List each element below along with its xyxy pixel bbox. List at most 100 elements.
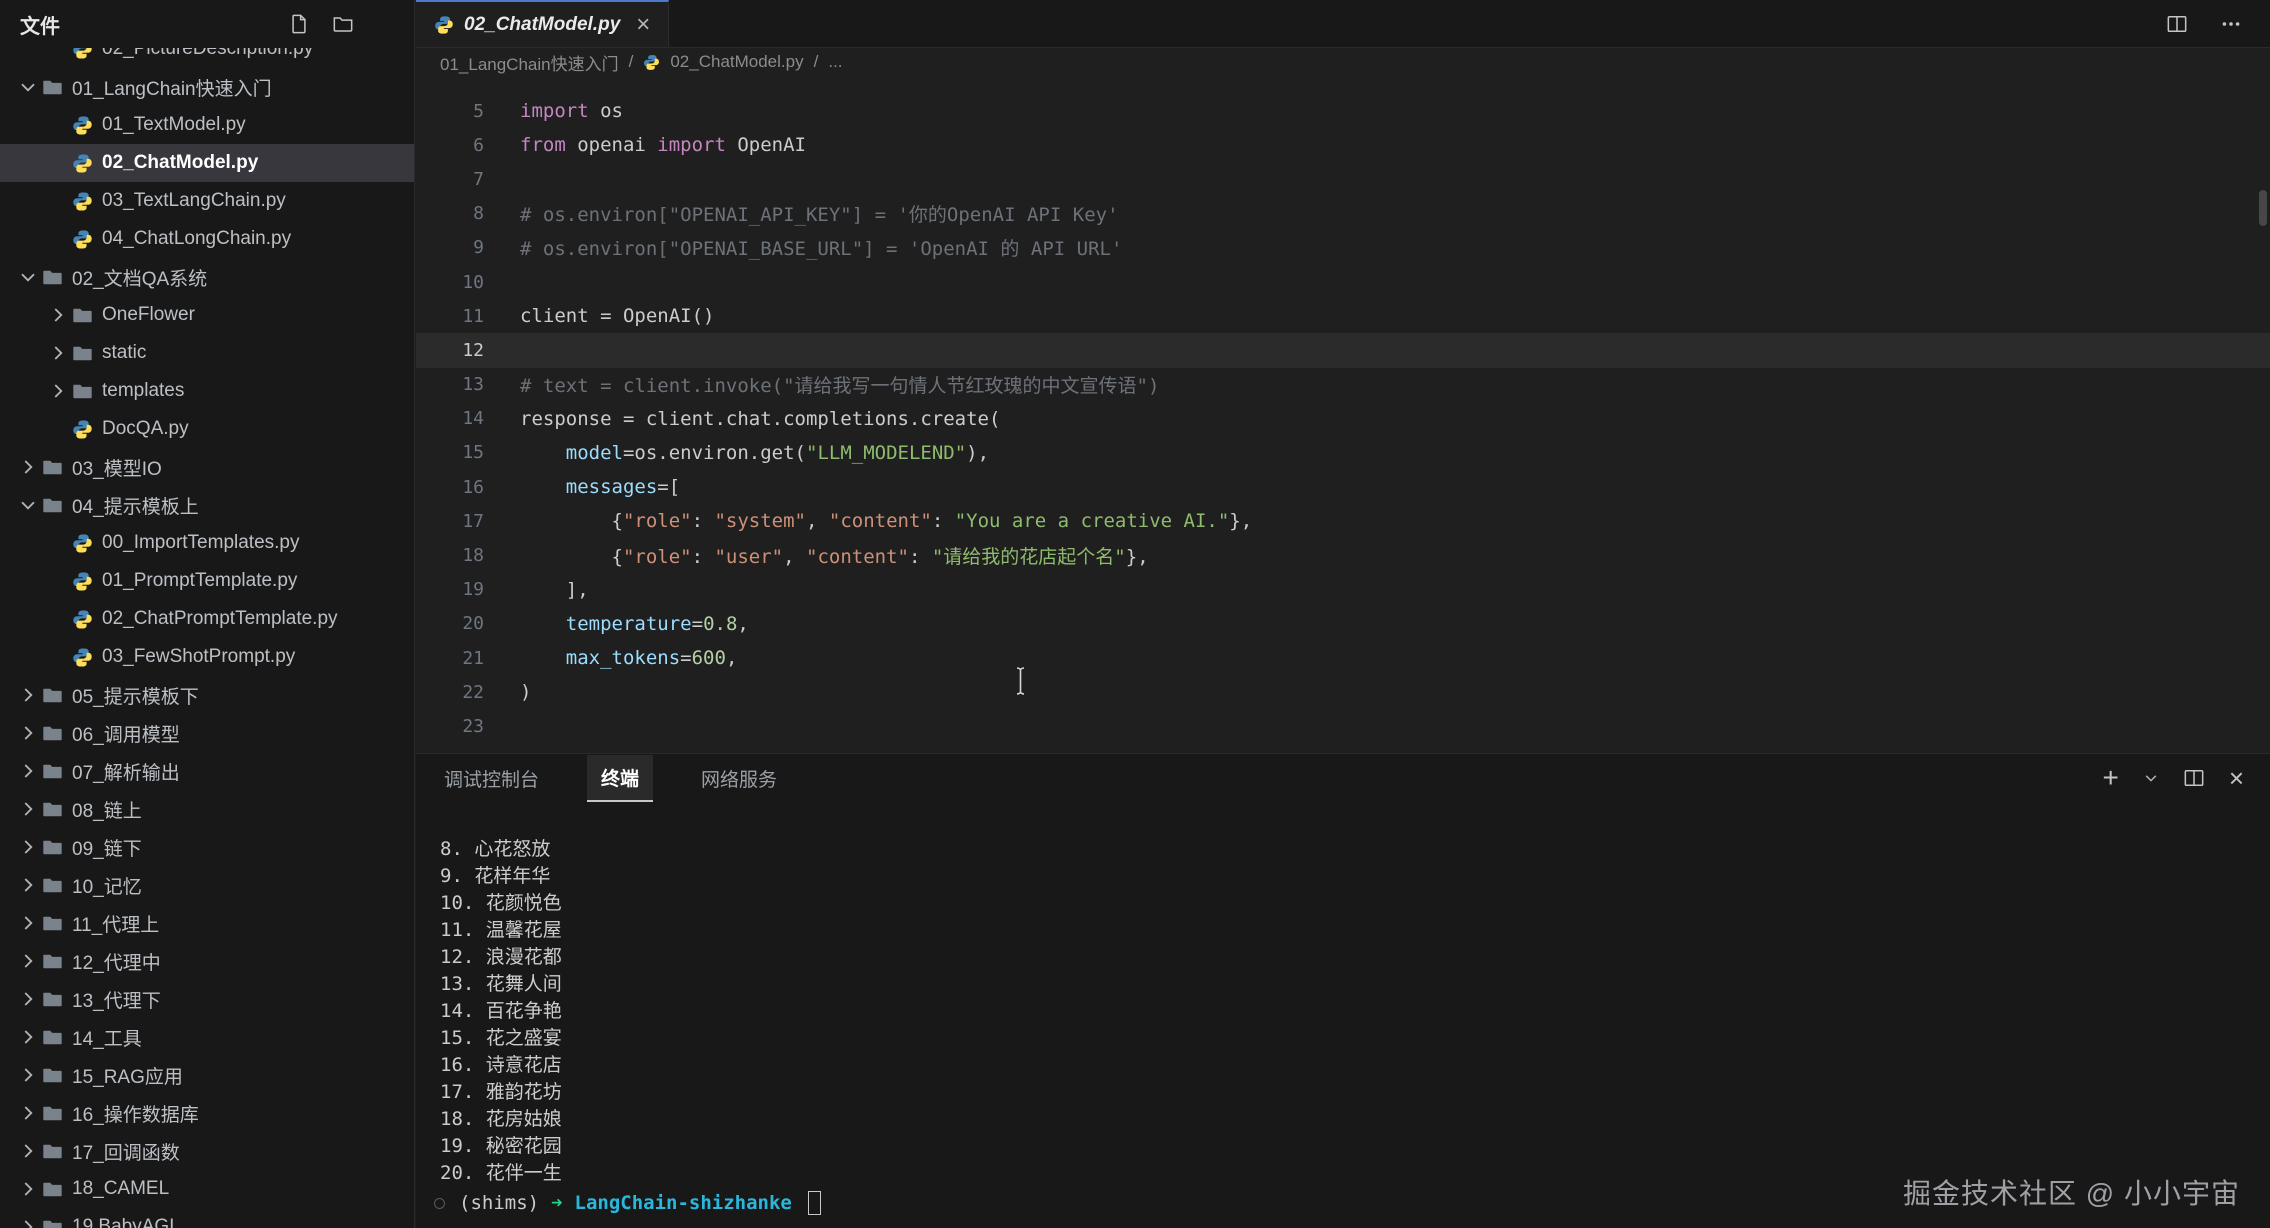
breadcrumb-file[interactable]: 02_ChatModel.py xyxy=(670,52,803,72)
code-line: 5import os xyxy=(416,94,2270,128)
new-terminal-icon[interactable]: + xyxy=(2102,764,2118,792)
code-text: max_tokens=600, xyxy=(520,647,737,669)
chevron-right-icon[interactable] xyxy=(16,1101,40,1125)
tree-item[interactable]: 12_代理中 xyxy=(0,942,414,980)
breadcrumb-separator: / xyxy=(814,52,819,72)
tree-item[interactable]: 02_PictureDescription.py xyxy=(0,48,414,68)
chevron-down-icon[interactable] xyxy=(16,265,40,289)
terminal[interactable]: 8. 心花怒放9. 花样年华10. 花颜悦色11. 温馨花屋12. 浪漫花都13… xyxy=(416,802,2270,1228)
tree-item[interactable]: static xyxy=(0,334,414,372)
more-actions-icon[interactable] xyxy=(2218,11,2244,37)
tree-item[interactable]: 04_提示模板上 xyxy=(0,486,414,524)
folder-icon xyxy=(40,1025,64,1049)
tree-item-label: templates xyxy=(102,380,184,402)
folder-icon xyxy=(40,1177,64,1201)
tree-item[interactable]: 01_TextModel.py xyxy=(0,106,414,144)
tree-item[interactable]: DocQA.py xyxy=(0,410,414,448)
chevron-spacer xyxy=(46,151,70,175)
tree-item[interactable]: 17_回调函数 xyxy=(0,1132,414,1170)
tree-item[interactable]: 15_RAG应用 xyxy=(0,1056,414,1094)
tree-item[interactable]: 05_提示模板下 xyxy=(0,676,414,714)
tree-item[interactable]: 18_CAMEL xyxy=(0,1170,414,1208)
chevron-spacer xyxy=(46,189,70,213)
tree-item[interactable]: 08_链上 xyxy=(0,790,414,828)
chevron-right-icon[interactable] xyxy=(16,911,40,935)
tree-item[interactable]: 11_代理上 xyxy=(0,904,414,942)
split-terminal-icon[interactable] xyxy=(2183,767,2205,789)
split-editor-icon[interactable] xyxy=(2164,11,2190,37)
breadcrumb-more[interactable]: ... xyxy=(828,52,842,72)
close-panel-icon[interactable]: × xyxy=(2229,765,2244,791)
terminal-cursor[interactable] xyxy=(808,1191,821,1215)
tree-item-label: 04_提示模板上 xyxy=(72,492,199,519)
chevron-spacer xyxy=(46,417,70,441)
chevron-right-icon[interactable] xyxy=(46,303,70,327)
panel-header: 调试控制台 终端 网络服务 + × xyxy=(416,754,2270,802)
tree-item[interactable]: 01_PromptTemplate.py xyxy=(0,562,414,600)
chevron-right-icon[interactable] xyxy=(16,1215,40,1228)
chevron-down-icon[interactable] xyxy=(16,75,40,99)
tree-item[interactable]: 04_ChatLongChain.py xyxy=(0,220,414,258)
tree-item[interactable]: 06_调用模型 xyxy=(0,714,414,752)
tree-item[interactable]: 01_LangChain快速入门 xyxy=(0,68,414,106)
tree-item-label: 11_代理上 xyxy=(72,910,159,937)
line-number: 7 xyxy=(416,169,520,190)
chevron-right-icon[interactable] xyxy=(16,1025,40,1049)
tree-item[interactable]: 19 BabyAGI xyxy=(0,1208,414,1228)
tree-item[interactable]: 02_ChatModel.py xyxy=(0,144,414,182)
line-number: 19 xyxy=(416,579,520,600)
folder-icon xyxy=(40,949,64,973)
chevron-right-icon[interactable] xyxy=(16,759,40,783)
chevron-right-icon[interactable] xyxy=(16,1063,40,1087)
chevron-right-icon[interactable] xyxy=(16,1177,40,1201)
terminal-output-line: 8. 心花怒放 xyxy=(440,836,2270,863)
tree-item[interactable]: 16_操作数据库 xyxy=(0,1094,414,1132)
tree-item[interactable]: 03_模型IO xyxy=(0,448,414,486)
tree-item-label: 02_PictureDescription.py xyxy=(102,48,313,60)
chevron-down-icon[interactable] xyxy=(16,493,40,517)
breadcrumb: 01_LangChain快速入门 / 02_ChatModel.py / ... xyxy=(416,48,2270,76)
new-folder-icon[interactable] xyxy=(330,11,356,37)
tree-item[interactable]: 10_记忆 xyxy=(0,866,414,904)
tree-item[interactable]: 02_ChatPromptTemplate.py xyxy=(0,600,414,638)
line-number: 20 xyxy=(416,613,520,634)
chevron-right-icon[interactable] xyxy=(16,987,40,1011)
chevron-right-icon[interactable] xyxy=(16,1139,40,1163)
chevron-right-icon[interactable] xyxy=(16,873,40,897)
terminal-dropdown-icon[interactable] xyxy=(2143,770,2159,786)
tree-item[interactable]: 07_解析输出 xyxy=(0,752,414,790)
tree-item[interactable]: templates xyxy=(0,372,414,410)
terminal-output-line: 12. 浪漫花都 xyxy=(440,944,2270,971)
tree-item[interactable]: 03_FewShotPrompt.py xyxy=(0,638,414,676)
chevron-right-icon[interactable] xyxy=(16,949,40,973)
chevron-right-icon[interactable] xyxy=(46,379,70,403)
tab-close-icon[interactable]: × xyxy=(636,13,650,37)
code-text: {"role": "user", "content": "请给我的花店起个名"}… xyxy=(520,542,1149,569)
tab-debug-console[interactable]: 调试控制台 xyxy=(442,756,541,801)
tree-item[interactable]: 00_ImportTemplates.py xyxy=(0,524,414,562)
code-editor[interactable]: 5import os6from openai import OpenAI78# … xyxy=(416,76,2270,753)
tab-chatmodel[interactable]: 02_ChatModel.py × xyxy=(416,0,669,47)
chevron-right-icon[interactable] xyxy=(16,835,40,859)
tab-terminal[interactable]: 终端 xyxy=(587,755,653,802)
editor-scrollbar[interactable] xyxy=(2259,190,2267,226)
chevron-right-icon[interactable] xyxy=(16,721,40,745)
tree-item-label: 05_提示模板下 xyxy=(72,682,199,709)
chevron-right-icon[interactable] xyxy=(16,683,40,707)
chevron-right-icon[interactable] xyxy=(16,797,40,821)
tree-item[interactable]: 02_文档QA系统 xyxy=(0,258,414,296)
breadcrumb-folder[interactable]: 01_LangChain快速入门 xyxy=(440,50,619,75)
tree-item[interactable]: 09_链下 xyxy=(0,828,414,866)
tree-item[interactable]: OneFlower xyxy=(0,296,414,334)
explorer-actions xyxy=(286,11,356,37)
tree-item[interactable]: 03_TextLangChain.py xyxy=(0,182,414,220)
tree-item[interactable]: 13_代理下 xyxy=(0,980,414,1018)
chevron-right-icon[interactable] xyxy=(16,455,40,479)
chevron-right-icon[interactable] xyxy=(46,341,70,365)
code-text: model=os.environ.get("LLM_MODELEND"), xyxy=(520,442,989,464)
tab-network-service[interactable]: 网络服务 xyxy=(699,756,779,801)
new-file-icon[interactable] xyxy=(286,11,312,37)
tree-item[interactable]: 14_工具 xyxy=(0,1018,414,1056)
folder-icon xyxy=(40,721,64,745)
prompt-directory: LangChain-shizhanke xyxy=(575,1192,792,1214)
